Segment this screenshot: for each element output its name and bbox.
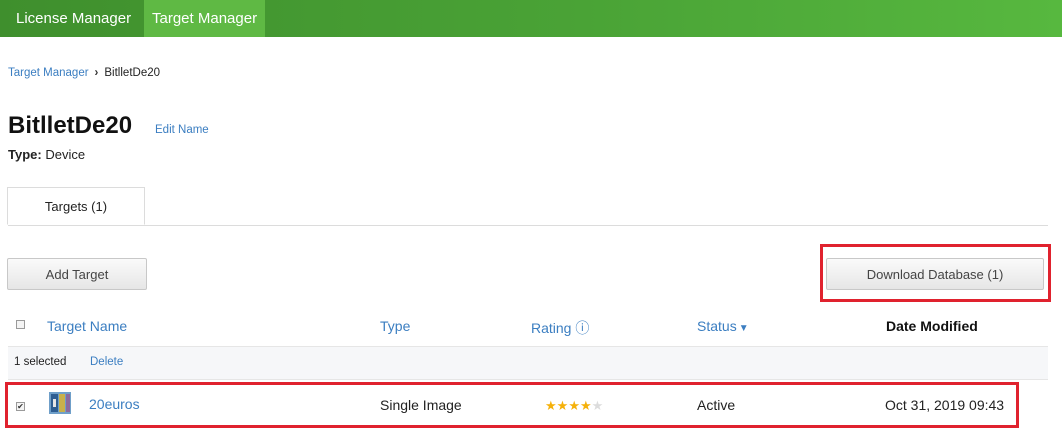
- page-title: BitlletDe20: [8, 112, 133, 139]
- selection-bar: [8, 346, 1048, 380]
- column-header-target-name[interactable]: Target Name: [47, 318, 127, 334]
- breadcrumb: Target Manager › BitlletDe20: [8, 67, 160, 79]
- selected-count: 1 selected: [14, 356, 67, 368]
- tab-divider: [8, 225, 1048, 226]
- column-header-status-label: Status: [697, 318, 737, 334]
- column-header-type[interactable]: Type: [380, 318, 410, 334]
- breadcrumb-target-manager-link[interactable]: Target Manager: [8, 67, 89, 79]
- column-header-rating[interactable]: Rating ⓘ: [531, 318, 589, 338]
- breadcrumb-separator-icon: ›: [94, 67, 99, 79]
- delete-link[interactable]: Delete: [90, 356, 123, 368]
- download-highlight-box: [820, 244, 1051, 302]
- tab-targets[interactable]: Targets (1): [7, 187, 145, 225]
- chevron-down-icon: ▼: [738, 323, 749, 334]
- type-label: Type:: [8, 147, 42, 162]
- top-navigation-bar: License Manager Target Manager: [0, 0, 1062, 37]
- breadcrumb-current: BitlletDe20: [104, 67, 161, 79]
- column-header-status[interactable]: Status ▼: [697, 318, 749, 334]
- database-type: Type: Device: [8, 147, 85, 162]
- type-value: Device: [45, 147, 86, 162]
- nav-license-manager[interactable]: License Manager: [8, 0, 139, 37]
- select-all-checkbox[interactable]: [16, 320, 25, 329]
- row-highlight-box: [5, 382, 1019, 428]
- column-header-date-modified[interactable]: Date Modified: [886, 318, 978, 334]
- add-target-button[interactable]: Add Target: [7, 258, 147, 290]
- edit-name-link[interactable]: Edit Name: [155, 124, 209, 136]
- nav-target-manager[interactable]: Target Manager: [144, 0, 266, 37]
